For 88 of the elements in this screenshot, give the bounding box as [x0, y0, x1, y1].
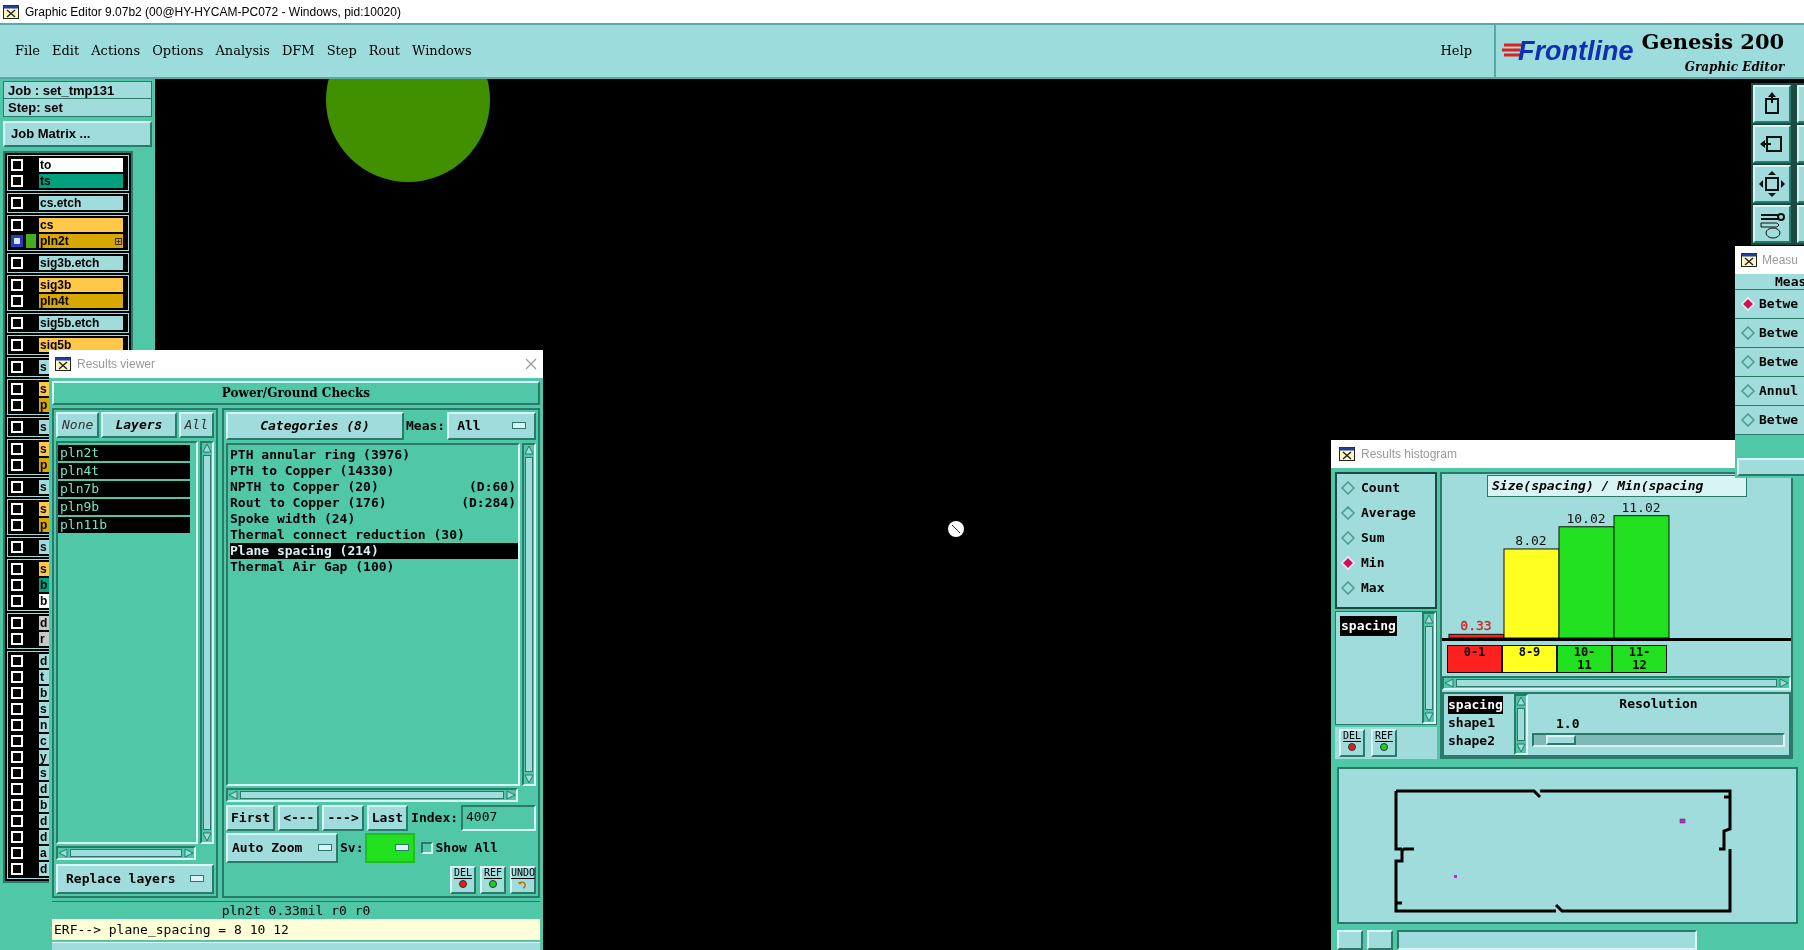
show-all-label: Show All	[435, 839, 499, 858]
layer-list-item[interactable]: pln11b	[58, 517, 190, 533]
bar-value: 8.02	[1515, 533, 1547, 548]
shape-item[interactable]: shape2	[1448, 732, 1495, 750]
nav-button[interactable]: --->	[322, 805, 364, 831]
menu-item[interactable]: Rout	[368, 41, 401, 61]
bar-value: 0.33	[1460, 618, 1492, 634]
category-item[interactable]: Plane spacing (214)	[230, 543, 518, 559]
menu-item[interactable]: DFM	[281, 41, 315, 61]
icon-button[interactable]: REF	[1371, 729, 1397, 757]
x-tick-label: 11-12	[1628, 645, 1651, 672]
menu-item[interactable]: File	[15, 41, 41, 61]
mode-label: Count	[1361, 478, 1401, 497]
layer-name[interactable]: sig3b	[39, 278, 123, 292]
mode-label: Min	[1361, 553, 1385, 572]
icon-button[interactable]: DEL	[1339, 729, 1365, 757]
x-tick-label: 0-1	[1463, 645, 1486, 661]
menu-item[interactable]: Options	[152, 41, 204, 61]
category-item[interactable]: Thermal Air Gap (100)	[230, 559, 518, 575]
icon-button[interactable]: DEL	[450, 866, 476, 894]
meas-option[interactable]: All	[447, 412, 536, 440]
layer-list-item[interactable]: pln7b	[58, 481, 190, 497]
layer-name[interactable]: cs	[39, 218, 123, 232]
layer-filter-tab[interactable]: All	[178, 412, 214, 438]
menu-item[interactable]: Windows	[412, 41, 472, 61]
bar-value: 10.02	[1566, 510, 1606, 526]
window-title: Results viewer	[77, 356, 156, 373]
zoom-option[interactable]: Auto Zoom	[226, 833, 338, 863]
category-item[interactable]: PTH to Copper (14330)	[230, 463, 518, 479]
nav-button[interactable]: Last	[366, 805, 409, 831]
layer-name[interactable]: to	[39, 158, 123, 172]
layer-name[interactable]: pln2t	[39, 234, 123, 248]
layer-name[interactable]: ts	[39, 174, 123, 188]
bin-label: 0-1	[1447, 645, 1502, 673]
window-title: Measu	[1762, 252, 1799, 269]
resolution-label: Resolution	[1618, 695, 1699, 713]
index-label: Index:	[411, 809, 459, 828]
job-matrix-button[interactable]: Job Matrix ...	[3, 121, 152, 147]
mode-label: Average	[1361, 503, 1416, 522]
category-item[interactable]: Rout to Copper (176) (D:284)	[230, 495, 518, 511]
shape-item[interactable]: shape1	[1448, 714, 1495, 732]
layer-name[interactable]: pln4t	[39, 294, 123, 308]
job-label: Job : set_tmp131	[4, 82, 151, 99]
categories-button[interactable]: Categories (8)	[226, 412, 404, 440]
nav-button[interactable]: <---	[278, 805, 320, 831]
nav-button[interactable]: First	[226, 805, 276, 831]
brand-logo: Frontline	[1518, 34, 1634, 68]
category-item[interactable]: Thermal connect reduction (30)	[230, 527, 518, 543]
index-field[interactable]: 4007	[461, 805, 536, 831]
meas-label: Meas:	[406, 417, 446, 436]
step-label: Step: set	[7, 99, 64, 116]
layer-filter-tab[interactable]: None	[56, 412, 100, 438]
window-title: Results histogram	[1361, 446, 1458, 463]
category-item[interactable]: PTH annular ring (3976)	[230, 447, 518, 463]
bin-label: 8-9	[1502, 645, 1557, 673]
attribute-item[interactable]: spacing	[1340, 616, 1397, 636]
bar-value: 11.02	[1621, 499, 1661, 515]
icon-button[interactable]: UNDO	[510, 866, 536, 894]
category-item[interactable]: NPTH to Copper (20) (D:60)	[230, 479, 518, 495]
layer-list-item[interactable]: pln4t	[58, 463, 190, 479]
chart-title: Size(spacing) / Min(spacing	[1487, 475, 1747, 497]
shape-item[interactable]: spacing	[1448, 696, 1503, 714]
layer-list-item[interactable]: pln9b	[58, 499, 190, 515]
x-tick-label: 8-9	[1518, 645, 1541, 661]
product-name: Genesis 200	[1641, 28, 1785, 57]
bin-label: 10-11	[1557, 645, 1612, 673]
help-menu[interactable]: Help	[1440, 41, 1472, 61]
mode-label: Sum	[1361, 528, 1385, 547]
layer-name[interactable]: cs.etch	[39, 196, 123, 210]
window-title: Graphic Editor 9.07b2 (00@HY-HYCAM-PC072 - Windows, pid:10020)	[25, 3, 401, 21]
section-header: Power/Ground Checks	[52, 381, 540, 405]
layer-name[interactable]: sig3b.etch	[39, 256, 123, 270]
sv-label: Sv:	[340, 839, 364, 858]
icon-button[interactable]: REF	[480, 866, 506, 894]
layer-filter-tab[interactable]: Layers	[101, 412, 177, 438]
menu-item[interactable]: Analysis	[215, 41, 270, 61]
layer-name[interactable]: sig5b.etch	[39, 316, 123, 330]
bin-label: 11-12	[1612, 645, 1667, 673]
mode-label: Max	[1361, 578, 1385, 597]
menu-item[interactable]: Actions	[91, 41, 141, 61]
menu-item[interactable]: Step	[326, 41, 357, 61]
product-subtitle: Graphic Editor	[1684, 58, 1785, 76]
menu-item[interactable]: Edit	[52, 41, 80, 61]
x-tick-label: 10-11	[1573, 645, 1596, 672]
category-item[interactable]: Spoke width (24)	[230, 511, 518, 527]
resolution-value: 1.0	[1555, 714, 1581, 733]
layer-list-item[interactable]: pln2t	[58, 445, 190, 461]
replace-layers-option[interactable]: Replace layers	[56, 864, 214, 894]
